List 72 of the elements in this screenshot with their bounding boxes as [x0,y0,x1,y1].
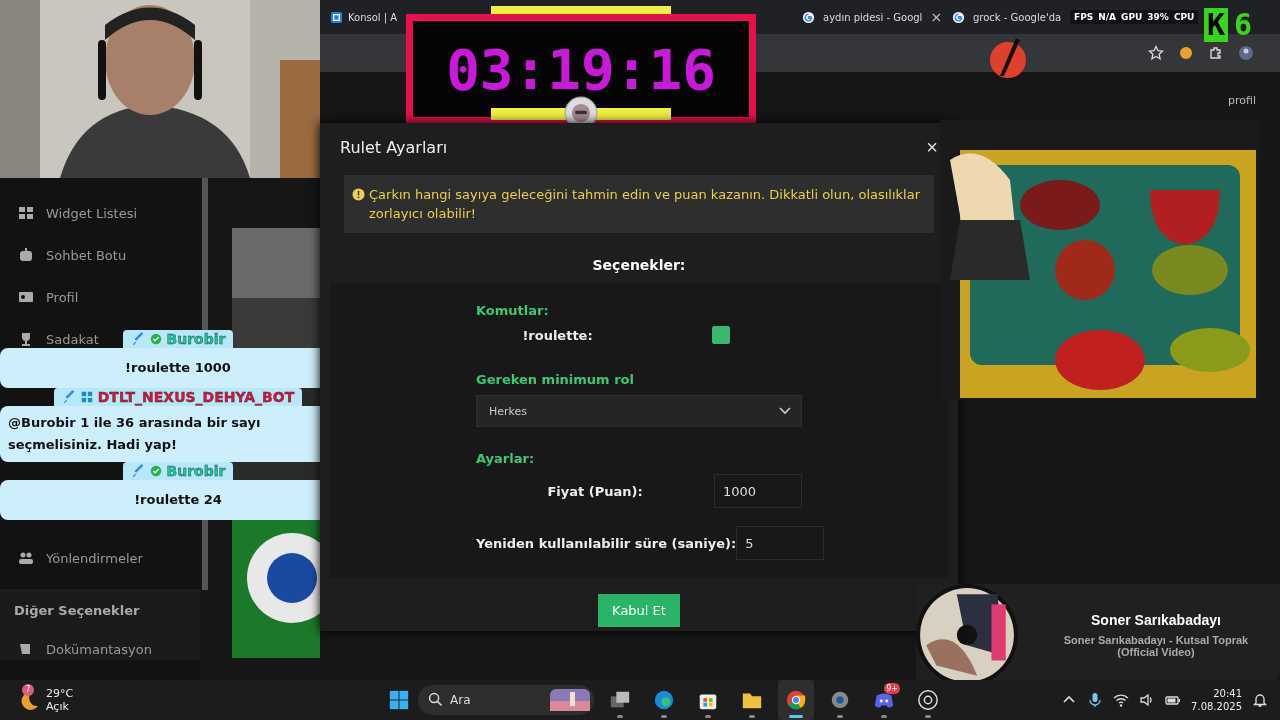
wifi-icon[interactable] [1113,692,1130,708]
bell-icon[interactable] [1252,692,1268,708]
stat-value: 39% [1147,12,1169,22]
command-label: !roulette: [521,327,594,343]
alert-text: Çarkın hangi sayıya geleceğini tahmin edin ve puan kazanın. Dikkatli olun, olasılıklar zorlayıcı olabilir! [369,186,922,223]
stat-label: GPU [1121,12,1143,22]
command-checkbox[interactable] [711,326,730,344]
search-icon [428,692,443,707]
google-icon [952,10,965,24]
weather-condition: Açık [46,700,70,713]
profile-link[interactable]: profil [1228,94,1256,107]
input-field[interactable]: 1000 [714,474,802,508]
field-label: Fiyat (Puan): [546,483,644,499]
extension-icon[interactable] [1178,45,1194,61]
section-heading: Diğer Seçenekler [13,603,141,618]
bot-icon [79,390,94,404]
sidebar-item[interactable]: Widget Listesi [0,202,138,224]
track-title: Soner Sarıkabadayı - Kutsal Toprak (Official Video) [1062,634,1250,658]
section-heading: Seçenekler: [592,257,686,273]
google-icon [802,10,815,24]
field-label: Yeniden kullanılabilir süre (saniye): [476,535,737,551]
star-icon[interactable] [1148,45,1164,61]
temperature: 29°C [46,687,74,700]
puzzle-icon[interactable] [1208,45,1224,61]
verified-icon [148,464,163,478]
card-icon [18,289,34,305]
sidebar-item[interactable]: Sohbet Botu [0,244,127,266]
browser-tab[interactable]: grock - Google'da [942,0,1067,34]
warning-icon [352,188,365,201]
input-field[interactable]: 5 [736,526,825,560]
microphone-icon[interactable] [1087,692,1104,708]
notification-badge: 9+ [884,683,900,694]
avatar-icon[interactable] [1238,45,1254,61]
browser-tab[interactable]: aydın pidesi - Googl × [792,0,942,34]
sidebar-item[interactable]: Yönlendirmeler [0,547,143,569]
settings-icon[interactable] [829,689,851,711]
weather-widget[interactable]: 7 29°C Açık [16,687,74,713]
group-label: Ayarlar: [476,451,536,466]
edge-browser-icon[interactable] [653,689,675,711]
timer-text: 03:19:16 [406,14,756,124]
stat-label: CPU [1173,12,1195,22]
sidebar-item[interactable]: Sadakat [0,328,99,350]
chat-username-tag: Burobir [122,462,234,480]
sword-icon [61,390,76,404]
chevron-down-icon [779,407,791,415]
box-icon [330,10,343,24]
close-button[interactable]: × [926,137,938,157]
sidebar-item[interactable]: Dokümantasyon [0,638,200,660]
artist-name: Soner Sarıkabadayı [1091,612,1221,628]
chat-username-tag: Burobir [122,330,234,348]
logo: K 6 [1204,8,1253,42]
group-label: Komutlar: [476,303,550,318]
chrome-browser-icon[interactable] [785,689,807,711]
chat-username-tag: DTLT_NEXUS_DEHYA_BOT [53,388,303,406]
sidebar-item[interactable]: Profil [0,286,79,308]
dialog-title: Rulet Ayarları [340,137,448,157]
grid-icon [18,205,34,221]
users-icon [18,550,34,566]
system-clock[interactable]: 20:41 7.08.2025 [1191,687,1242,713]
record-app-icon[interactable] [917,689,939,711]
notification-count: 7 [22,684,34,696]
sword-icon [130,464,145,478]
stat-label: FPS [1074,12,1094,22]
role-dropdown[interactable]: Herkes [476,395,802,427]
browser-tab[interactable]: Konsol | A [326,0,402,34]
stat-value: N/A [1098,12,1117,22]
robot-icon [18,247,34,263]
close-tab-button[interactable]: × [930,9,943,25]
sword-icon [130,332,145,346]
verified-icon [148,332,163,346]
windows-start-icon[interactable] [388,689,410,711]
group-label: Gereken minimum rol [476,372,635,387]
